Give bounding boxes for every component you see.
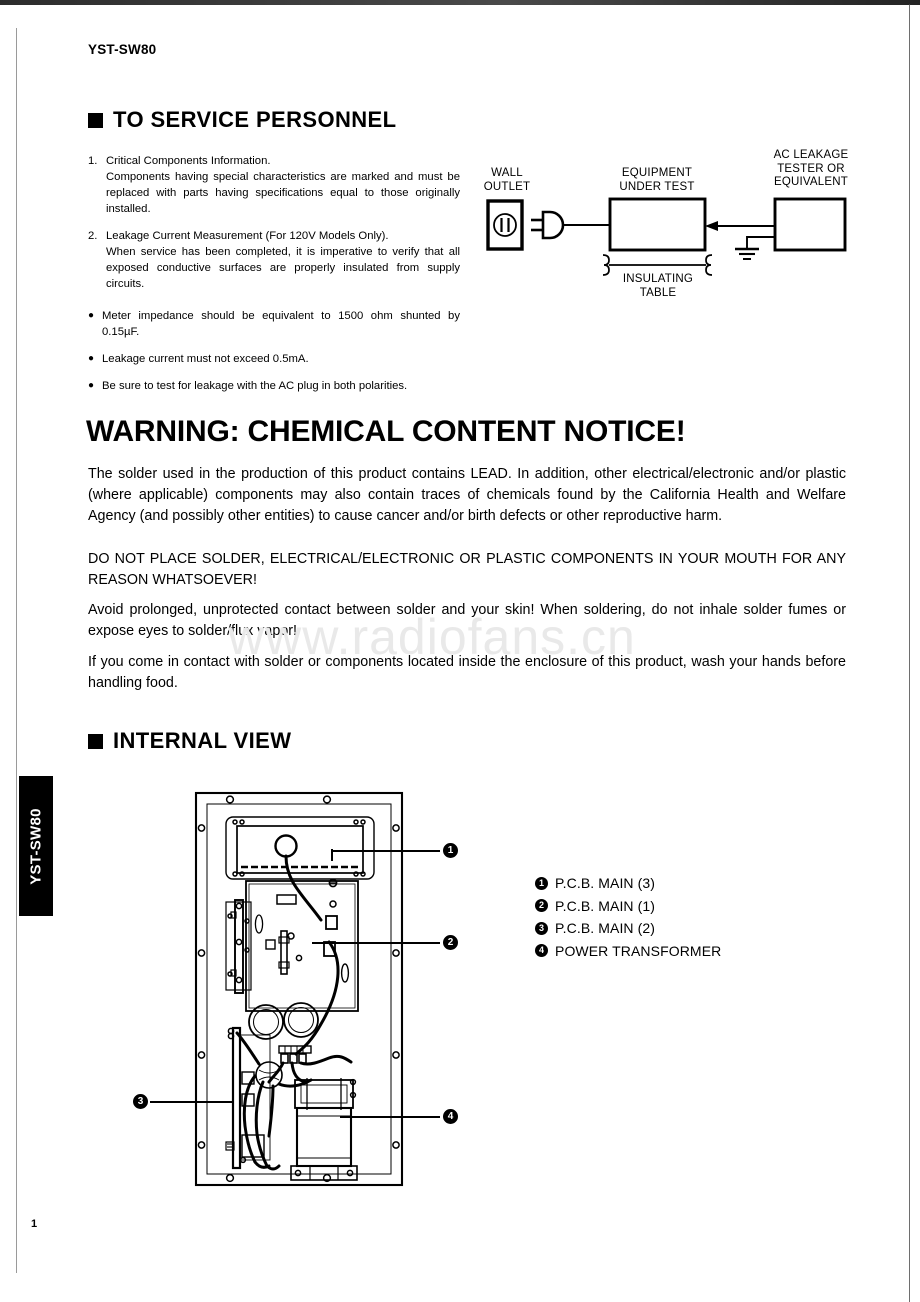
legend-item: 4 POWER TRANSFORMER <box>535 944 721 958</box>
list-item: 1. Critical Components Information. Comp… <box>88 153 460 217</box>
side-model-tab: YST-SW80 <box>19 776 53 916</box>
warning-title: WARNING: CHEMICAL CONTENT NOTICE! <box>86 415 686 448</box>
round-bullet-icon: ● <box>88 380 95 392</box>
section-heading-internal-view: INTERNAL VIEW <box>88 728 291 754</box>
leader-line-2 <box>312 942 440 944</box>
list-item-body: Components having special characteristic… <box>106 171 460 216</box>
scan-edge-left <box>16 28 17 1273</box>
warning-paragraph-2: DO NOT PLACE SOLDER, ELECTRICAL/ELECTRON… <box>88 551 846 588</box>
leader-line-3 <box>150 1101 233 1103</box>
list-item: ● Be sure to test for leakage with the A… <box>88 378 460 394</box>
list-item-marker: 2. <box>88 230 98 243</box>
watermark: www.radiofans.cn <box>228 609 636 665</box>
section-heading-service: TO SERVICE PERSONNEL <box>88 107 396 133</box>
legend-bullet-2: 2 <box>535 899 548 912</box>
legend-item: 2 P.C.B. MAIN (1) <box>535 899 721 913</box>
legend-item: 1 P.C.B. MAIN (3) <box>535 876 721 890</box>
label-wall-outlet: WALL OUTLET <box>483 167 531 193</box>
callout-1: 1 <box>443 843 458 858</box>
legend-label-4: POWER TRANSFORMER <box>555 942 722 959</box>
list-item-title: Critical Components Information. <box>106 155 271 167</box>
bullet-text: Leakage current must not exceed 0.5mA. <box>102 353 309 366</box>
list-item: ● Meter impedance should be equivalent t… <box>88 308 460 340</box>
scan-edge-top <box>0 0 920 5</box>
manual-page: YST-SW80 YST-SW80 TO SERVICE PERSONNEL 1… <box>0 0 920 1302</box>
bullet-text: Be sure to test for leakage with the AC … <box>102 380 408 393</box>
list-item-title: Leakage Current Measurement (For 120V Mo… <box>106 230 389 243</box>
callout-3: 3 <box>133 1094 148 1109</box>
page-number: 1 <box>31 1218 38 1230</box>
leader-line-1-elbow <box>331 849 333 861</box>
equipment-under-test-box <box>608 197 707 252</box>
side-model-tab-label: YST-SW80 <box>27 808 45 885</box>
page-header-model: YST-SW80 <box>88 42 157 57</box>
legend-bullet-3: 3 <box>535 921 548 935</box>
scan-edge-right <box>909 4 910 1302</box>
leader-line-1 <box>331 850 440 852</box>
bullet-text: Meter impedance should be equivalent to … <box>102 310 460 339</box>
list-item-body: When service has been completed, it is i… <box>106 246 460 291</box>
list-item-marker: 1. <box>88 155 98 167</box>
leakage-test-diagram: WALL OUTLET EQUIPMENT UNDER TEST AC LEAKAG… <box>470 149 890 300</box>
list-item: 2. Leakage Current Measurement (For 120V… <box>88 228 460 292</box>
legend-label-1: P.C.B. MAIN (3) <box>555 875 656 891</box>
leader-line-4 <box>340 1116 440 1118</box>
round-bullet-icon: ● <box>88 353 95 365</box>
list-item: ● Leakage current must not exceed 0.5mA. <box>88 351 460 367</box>
label-ac-leakage-tester: AC LEAKAGE TESTER OR EQUIVALENT <box>773 149 849 189</box>
section-heading-service-label: TO SERVICE PERSONNEL <box>113 107 397 132</box>
label-insulating-table: INSULATING TABLE <box>622 273 694 299</box>
legend-label-2: P.C.B. MAIN (1) <box>555 897 656 914</box>
ground-symbol-icon <box>735 236 775 260</box>
insulating-table-brace <box>602 254 713 276</box>
warning-paragraph-1: The solder used in the production of thi… <box>88 466 846 524</box>
legend-label-3: P.C.B. MAIN (2) <box>555 920 656 936</box>
ac-plug-icon <box>531 210 610 240</box>
square-bullet-icon <box>88 733 103 749</box>
service-instructions-list: 1. Critical Components Information. Comp… <box>88 153 460 405</box>
label-equipment-under-test: EQUIPMENT UNDER TEST <box>619 167 695 193</box>
internal-view-legend: 1 P.C.B. MAIN (3) 2 P.C.B. MAIN (1) 3 P.… <box>535 876 721 966</box>
section-heading-internal-view-label: INTERNAL VIEW <box>113 728 292 753</box>
square-bullet-icon <box>88 112 103 128</box>
legend-item: 3 P.C.B. MAIN (2) <box>535 921 721 935</box>
ac-leakage-tester-box <box>773 197 847 252</box>
callout-2: 2 <box>443 935 458 950</box>
legend-bullet-4: 4 <box>535 944 548 957</box>
callout-4: 4 <box>443 1109 458 1124</box>
legend-bullet-1: 1 <box>535 876 548 890</box>
measurement-arrow <box>705 221 775 231</box>
round-bullet-icon: ● <box>88 310 95 322</box>
